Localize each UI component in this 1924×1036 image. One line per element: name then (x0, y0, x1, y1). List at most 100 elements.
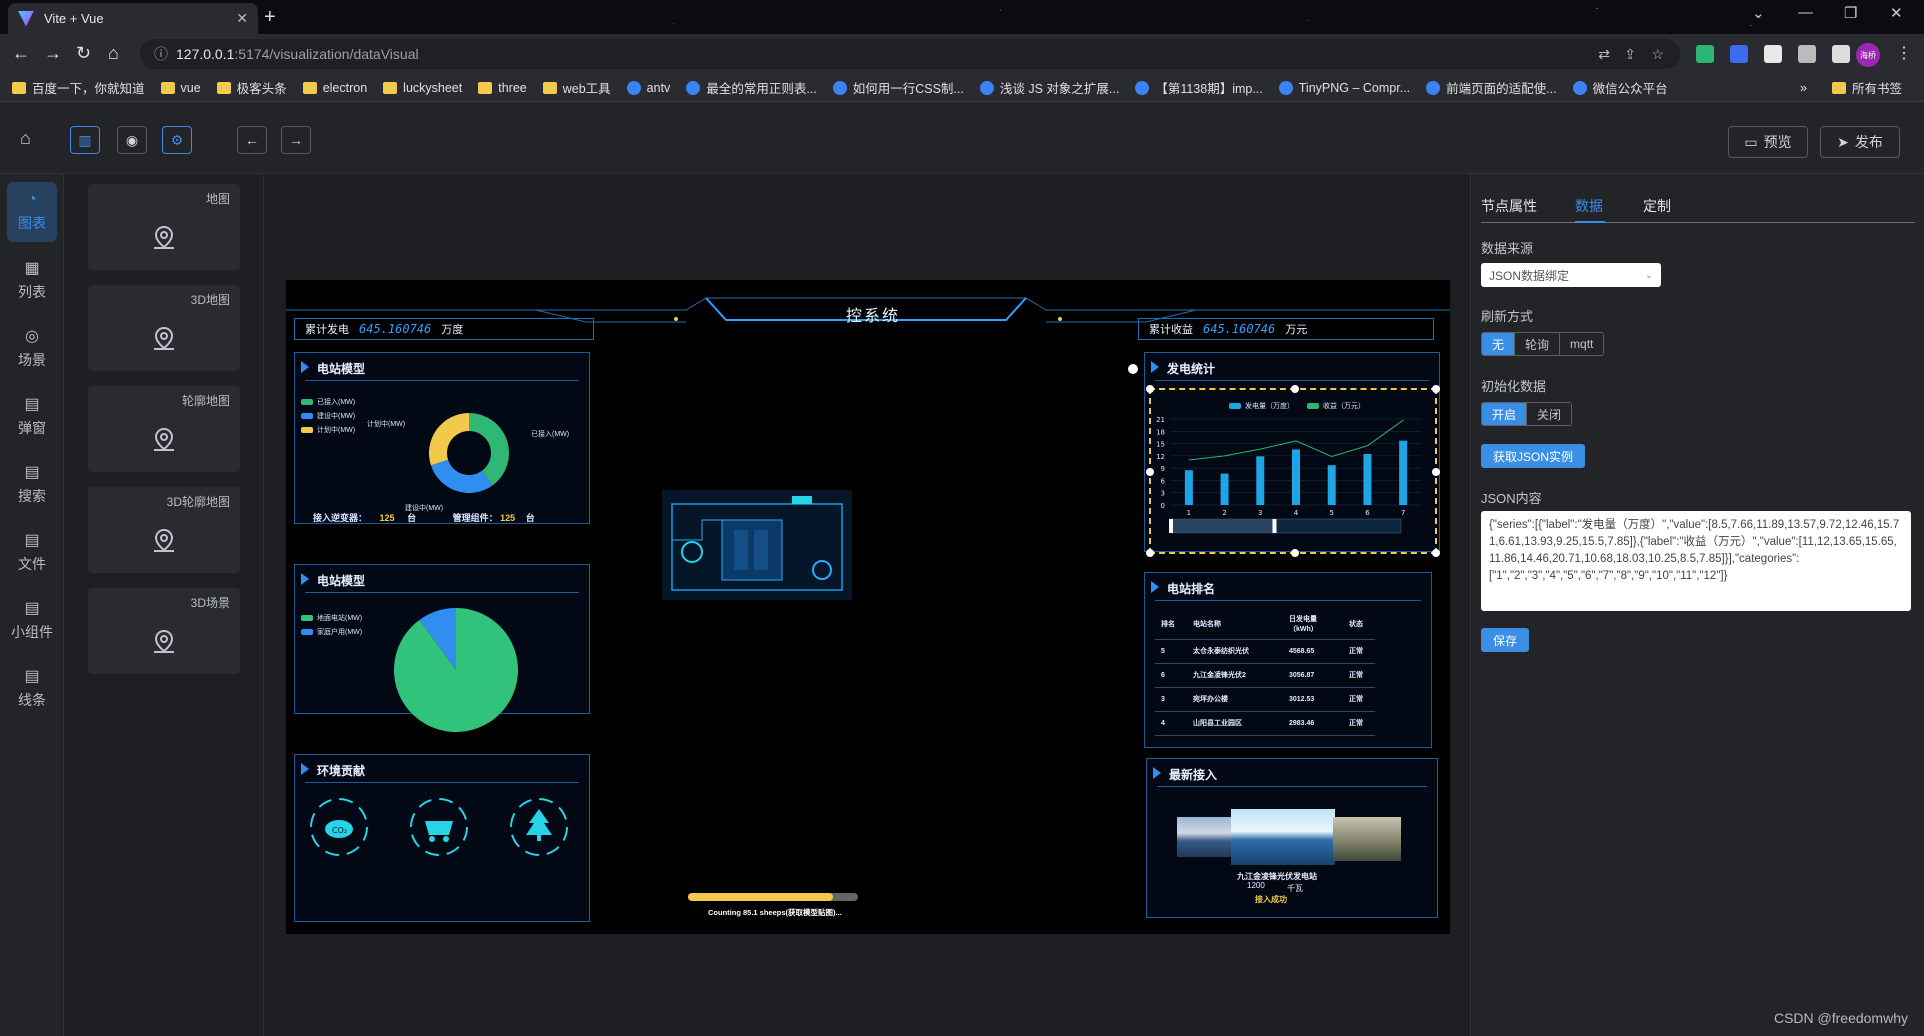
latest-access-panel[interactable]: 最新接入 九江金凌锋光伏发电站 1200 千瓦 接入成功 (1146, 758, 1438, 918)
bookmark-item[interactable]: 极客头条 (216, 78, 287, 97)
share-icon[interactable]: ⇪ (1624, 46, 1636, 63)
data-source-select[interactable]: JSON数据绑定 ⌄ (1481, 263, 1661, 287)
nav-item-widget[interactable]: ▤ 小组件 (7, 590, 57, 650)
back-icon[interactable]: ← (12, 43, 30, 64)
arrow-left-icon: ← (245, 132, 259, 148)
bookmark-star-icon[interactable]: ☆ (1651, 46, 1664, 63)
station-photo-thumb[interactable] (1177, 817, 1233, 857)
bookmark-label: TinyPNG – Compr... (1298, 80, 1411, 95)
bookmark-item[interactable]: 如何用一行CSS制... (832, 78, 964, 97)
puzzle-icon[interactable] (1798, 45, 1816, 63)
table-row[interactable]: 5 太仓永泰纺织光伏 4568.65 正常 (1155, 639, 1375, 664)
nav-item-line[interactable]: ▤ 线条 (7, 658, 57, 718)
component-card[interactable]: 3D地图 (88, 285, 240, 371)
bookmark-icon (979, 80, 994, 95)
bookmark-item[interactable]: electron (302, 81, 367, 95)
bookmark-item[interactable]: 微信公众平台 (1572, 78, 1668, 97)
station-ranking-panel[interactable]: 电站排名 排名 电站名称 日发电量（kWh） 状态 5 太仓永泰纺织光伏 4568.… (1144, 572, 1432, 748)
bookmark-item[interactable]: 前端页面的适配使... (1426, 78, 1557, 97)
station-photo-thumb[interactable] (1333, 817, 1401, 861)
database-button[interactable]: ◉ (117, 126, 147, 154)
station-model-pie-panel[interactable]: 电站模型 地面电站(MW) 家庭户用(MW) (294, 564, 590, 732)
nav-item-file[interactable]: ▤ 文件 (7, 522, 57, 582)
table-row[interactable]: 4 山阳县工业园区 2983.46 正常 (1155, 711, 1375, 736)
refresh-option-poll[interactable]: 轮询 (1515, 333, 1561, 355)
component-card[interactable]: 3D轮廓地图 (88, 487, 240, 573)
vue-devtools-icon[interactable] (1696, 45, 1714, 63)
home-icon[interactable]: ⌂ (108, 43, 119, 64)
x-tick-label: 6 (1365, 509, 1370, 517)
panel-divider (1155, 380, 1429, 381)
url-input[interactable]: ⓘ 127.0.0.1:5174/visualization/dataVisua… (140, 39, 1680, 69)
json-content-textarea[interactable]: {"series":[{"label":"发电量（万度）","value":[8… (1481, 511, 1911, 611)
bookmark-item[interactable]: web工具 (542, 78, 611, 97)
close-window-icon[interactable]: ✕ (1890, 4, 1903, 22)
component-card[interactable]: 轮廓地图 (88, 386, 240, 472)
menu-kebab-icon[interactable]: ⋮ (1896, 43, 1912, 63)
station-photo-main[interactable] (1231, 809, 1335, 865)
get-json-button[interactable]: 获取JSON实例 (1481, 444, 1586, 468)
sidepanel-icon[interactable] (1832, 45, 1850, 63)
bookmarks-overflow[interactable]: » (1800, 81, 1807, 95)
extension-icon[interactable] (1730, 45, 1748, 63)
translate-icon[interactable]: ⇄ (1598, 46, 1610, 63)
component-card[interactable]: 3D场景 (88, 588, 240, 674)
maximize-icon[interactable]: ❐ (1844, 4, 1857, 22)
bookmark-item[interactable]: TinyPNG – Compr... (1278, 80, 1411, 95)
undo-button[interactable]: ← (237, 126, 267, 154)
nav-item-search[interactable]: ▤ 搜索 (7, 454, 57, 514)
nav-item-popup[interactable]: ▤ 弹窗 (7, 386, 57, 446)
init-option-on[interactable]: 开启 (1482, 403, 1528, 425)
nav-item-chart[interactable]: ◔ 图表 (7, 182, 57, 242)
refresh-option-none[interactable]: 无 (1482, 333, 1516, 355)
zoom-handle[interactable] (1169, 519, 1173, 533)
tab-data[interactable]: 数据 (1575, 196, 1603, 216)
profile-avatar[interactable]: 海桥 (1856, 43, 1880, 67)
bookmark-item[interactable]: 最全的常用正则表... (686, 78, 817, 97)
bookmark-icon (1135, 80, 1150, 95)
reload-icon[interactable]: ↻ (76, 43, 91, 64)
chart-mode-button[interactable]: ▥ (70, 126, 100, 154)
tab-customize[interactable]: 定制 (1643, 196, 1671, 216)
dashboard-screen[interactable]: 控系统 累计发电 645.160746 万度 累计收益 645.160746 万… (286, 280, 1450, 934)
preview-button[interactable]: ▭ 预览 (1728, 126, 1808, 158)
bookmark-item[interactable]: luckysheet (383, 81, 462, 95)
total-income-box: 累计收益 645.160746 万元 (1138, 318, 1434, 340)
tab-search-icon[interactable]: ⌄ (1752, 4, 1765, 22)
environment-panel[interactable]: 环境贡献 CO₂ (294, 754, 590, 922)
redo-button[interactable]: → (281, 126, 311, 154)
refresh-option-mqtt[interactable]: mqtt (1560, 333, 1603, 355)
table-row[interactable]: 6 九江金凌锋光伏2 3056.87 正常 (1155, 663, 1375, 688)
bookmark-item[interactable]: vue (160, 81, 201, 95)
minimize-icon[interactable]: — (1798, 4, 1813, 21)
bookmark-item[interactable]: 百度一下，你就知道 (12, 78, 145, 97)
all-bookmarks[interactable]: 所有书签 (1832, 78, 1902, 97)
forward-icon[interactable]: → (44, 43, 62, 64)
generation-stats-panel[interactable]: 发电统计 0 3 6 9 12 15 18 21 1 2 3 4 5 6 7 发电量（万度） 收益（万元） (1144, 352, 1440, 552)
publish-button[interactable]: ➤ 发布 (1820, 126, 1900, 158)
save-button[interactable]: 保存 (1481, 628, 1530, 652)
bookmark-item[interactable]: three (478, 81, 527, 95)
init-option-off[interactable]: 关闭 (1527, 403, 1571, 425)
bookmark-label: 微信公众平台 (1592, 82, 1668, 96)
bookmark-item[interactable]: 浅谈 JS 对象之扩展... (979, 78, 1119, 97)
site-info-icon[interactable]: ⓘ (154, 44, 168, 64)
x-extension-icon[interactable] (1764, 45, 1782, 63)
station-model-panel[interactable]: 电站模型 已接入(MW) 建设中(MW) 计划中(MW) 计划中(MW) 已接入… (294, 352, 590, 524)
map-pin-icon (154, 427, 174, 451)
zoom-handle[interactable] (1272, 519, 1277, 533)
close-tab-icon[interactable]: ✕ (236, 10, 248, 27)
browser-tab[interactable]: Vite + Vue ✕ (8, 3, 258, 34)
bookmark-item[interactable]: 【第1138期】imp... (1135, 78, 1263, 97)
nav-item-scene[interactable]: ◎ 场景 (7, 318, 57, 378)
zoom-slider-window[interactable] (1171, 519, 1275, 533)
bookmark-item[interactable]: antv (626, 80, 670, 95)
nav-item-table[interactable]: ▦ 列表 (7, 250, 57, 310)
home-icon[interactable]: ⌂ (20, 128, 31, 149)
table-row[interactable]: 3 宛坪办公楼 3012.53 正常 (1155, 687, 1375, 712)
rotate-handle[interactable] (1128, 364, 1138, 374)
component-card[interactable]: 地图 (88, 184, 240, 270)
settings-button[interactable]: ⚙ (162, 126, 192, 154)
new-tab-icon[interactable]: + (264, 6, 276, 29)
tab-node-properties[interactable]: 节点属性 (1481, 196, 1537, 216)
